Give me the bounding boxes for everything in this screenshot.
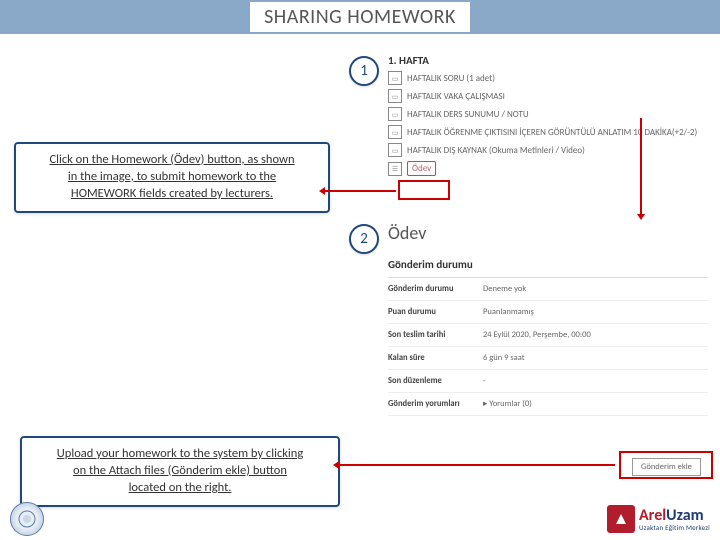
- table-row: Son düzenleme-: [388, 370, 708, 393]
- arrow-right-icon: [321, 190, 396, 192]
- page-title: SHARING HOMEWORK: [250, 2, 470, 32]
- status-table: Gönderim durumuDeneme yok Puan durumuPua…: [388, 277, 708, 416]
- brand-logo: ArelUzam Uzaktan Eğitim Merkezi: [607, 505, 710, 533]
- activity-homework[interactable]: ☰Ödev: [388, 161, 703, 176]
- activity-item: ▭HAFTALIK VAKA ÇALIŞMASI: [388, 89, 703, 103]
- activity-item: ▭HAFTALIK ÖĞRENME ÇIKTISINI İÇEREN GÖRÜN…: [388, 125, 703, 139]
- activity-item: ▭HAFTALIK DERS SUNUMU / NOTU: [388, 107, 703, 121]
- activity-item: ▭HAFTALIK DIŞ KAYNAK (Okuma Metinleri / …: [388, 143, 703, 157]
- brand-mark-icon: [607, 505, 635, 533]
- instruction-callout-2: Upload your homework to the system by cl…: [20, 436, 340, 507]
- seal-icon: [17, 509, 37, 529]
- activity-item: ▭HAFTALIK SORU (1 adet): [388, 71, 703, 85]
- seal-logo: [10, 502, 44, 536]
- table-row: Gönderim durumuDeneme yok: [388, 278, 708, 301]
- highlight-box: [398, 180, 450, 200]
- brand-tagline: Uzaktan Eğitim Merkezi: [639, 524, 710, 531]
- instruction-callout-1: Click on the Homework (Ödev) button, as …: [14, 142, 330, 213]
- homework-icon: ☰: [388, 162, 402, 176]
- highlight-box: [619, 451, 713, 479]
- file-icon: ▭: [388, 89, 402, 103]
- assignment-panel: Ödev Gönderim durumu Gönderim durumuDene…: [388, 222, 708, 416]
- step-badge-2: 2: [349, 224, 379, 254]
- table-row: Son teslim tarihi24 Eylül 2020, Perşembe…: [388, 324, 708, 347]
- table-row: Kalan süre6 gün 9 saat: [388, 347, 708, 370]
- brand-name: ArelUzam: [639, 508, 710, 524]
- file-icon: ▭: [388, 143, 402, 157]
- file-icon: ▭: [388, 107, 402, 121]
- week-heading: 1. HAFTA: [388, 54, 703, 67]
- table-row: Gönderim yorumları▸ Yorumlar (0): [388, 393, 708, 416]
- table-row: Puan durumuPuanlanmamış: [388, 301, 708, 324]
- title-bar: SHARING HOMEWORK: [0, 0, 720, 34]
- submission-status-heading: Gönderim durumu: [388, 258, 708, 271]
- week-panel: 1. HAFTA ▭HAFTALIK SORU (1 adet) ▭HAFTAL…: [388, 54, 703, 180]
- footer: ArelUzam Uzaktan Eğitim Merkezi: [0, 498, 720, 540]
- file-icon: ▭: [388, 71, 402, 85]
- step-badge-1: 1: [349, 56, 379, 86]
- assignment-title: Ödev: [388, 222, 708, 244]
- arrow-left-icon: [335, 464, 615, 466]
- arrow-down-icon: [640, 118, 642, 218]
- file-icon: ▭: [388, 125, 402, 139]
